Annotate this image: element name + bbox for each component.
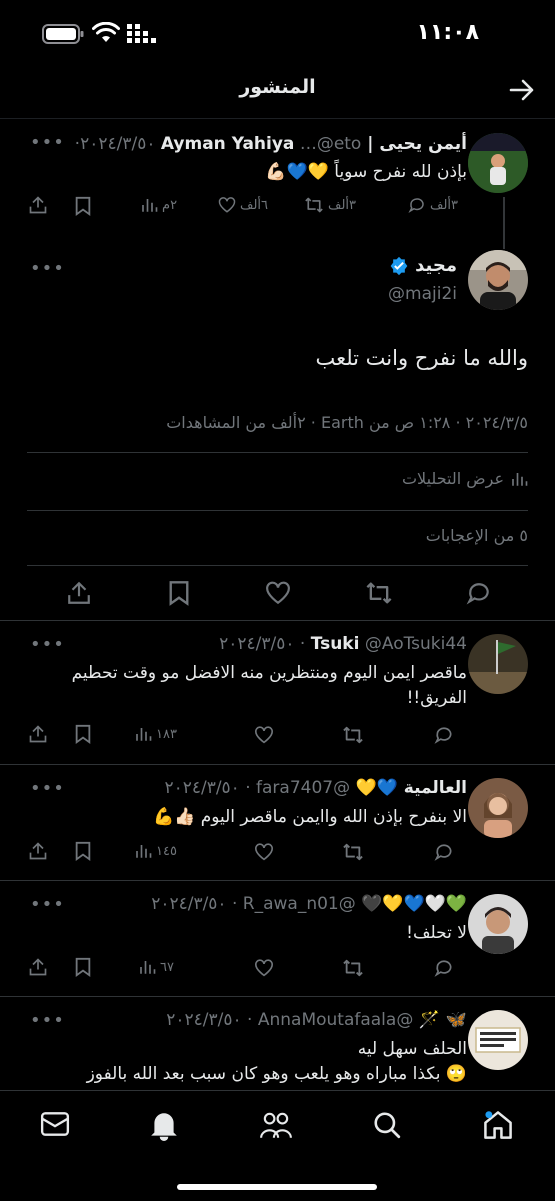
views-button[interactable]: ٢م — [140, 196, 177, 214]
home-icon[interactable] — [482, 1109, 514, 1141]
retweet-icon[interactable] — [365, 580, 393, 606]
more-options-icon[interactable]: ••• — [30, 894, 65, 915]
more-options-icon[interactable]: ••• — [30, 634, 65, 655]
reply-button[interactable]: ٣ألف — [408, 196, 458, 214]
heart-icon[interactable] — [254, 959, 274, 977]
retweet-icon — [304, 196, 324, 214]
reply-icon[interactable] — [466, 580, 492, 606]
heart-icon[interactable] — [265, 581, 291, 605]
search-icon[interactable] — [372, 1110, 402, 1140]
tweet-text: بإذن لله نفرح سوياً 💛💙💪🏻 — [265, 162, 467, 182]
divider — [27, 565, 528, 566]
divider — [27, 510, 528, 511]
avatar[interactable] — [468, 634, 528, 694]
display-name[interactable]: Tsuki — [311, 634, 360, 654]
display-name[interactable]: مجيد — [415, 255, 457, 276]
divider — [0, 880, 555, 881]
thread-line — [503, 197, 505, 249]
retweet-icon[interactable] — [342, 725, 364, 745]
like-button[interactable]: ٦ألف — [218, 196, 268, 214]
bookmark-icon[interactable] — [74, 196, 92, 216]
heart-icon — [218, 196, 236, 214]
status-time: ١١:٠٨ — [416, 20, 479, 45]
heart-icon[interactable] — [254, 843, 274, 861]
views-button[interactable]: ١٨٣ — [134, 725, 177, 743]
avatar[interactable] — [468, 250, 528, 310]
back-arrow-icon[interactable] — [509, 78, 535, 102]
bookmark-icon[interactable] — [74, 957, 92, 977]
divider — [0, 764, 555, 765]
divider — [0, 620, 555, 621]
reply-header: Tsuki @AoTsuki44 · ٢٠٢٤/٣/٥٠ — [219, 634, 467, 654]
reply-icon[interactable] — [434, 725, 454, 745]
handle-date: @AnnaMoutafaala · ٢٠٢٤/٣/٥٠ — [166, 1010, 414, 1030]
tweet-text: لا تحلف! — [406, 923, 467, 943]
bookmark-icon[interactable] — [168, 580, 190, 606]
share-icon[interactable] — [28, 957, 48, 977]
analytics-icon — [134, 725, 152, 743]
page-title: المنشور — [239, 76, 316, 98]
handle-date: @fara7407 · ٢٠٢٤/٣/٥٠ — [164, 778, 351, 798]
communities-icon[interactable] — [259, 1110, 293, 1140]
views-button[interactable]: ٦٧ — [138, 958, 174, 976]
retweet-button[interactable]: ٣ألف — [304, 196, 356, 214]
analytics-icon — [510, 470, 528, 488]
display-name[interactable]: 🦋 🪄 — [419, 1010, 467, 1030]
divider — [27, 452, 528, 453]
tweet-text: والله ما نفرح وانت تلعب — [315, 346, 528, 370]
analytics-icon — [138, 958, 156, 976]
bookmark-icon[interactable] — [74, 724, 92, 744]
avatar[interactable] — [468, 894, 528, 954]
messages-icon[interactable] — [40, 1111, 70, 1137]
reply-header: العالمية 💙💛 @fara7407 · ٢٠٢٤/٣/٥٠ — [164, 778, 467, 798]
bookmark-icon[interactable] — [74, 841, 92, 861]
handle[interactable]: @maji2i — [388, 284, 457, 304]
avatar[interactable] — [468, 133, 528, 193]
handle-date: @R_awa_n01 · ٢٠٢٤/٣/٥٠ — [151, 894, 356, 914]
share-icon[interactable] — [66, 580, 92, 606]
tweet-text: الا بنفرح بإذن الله واايمن ماقصر اليوم 👍… — [152, 807, 467, 827]
more-options-icon[interactable]: ••• — [30, 258, 65, 279]
avatar[interactable] — [468, 1010, 528, 1070]
tweet-meta: ٢٠٢٤/٣/٥ · ١:٢٨ ص من Earth · ٢ألف من الم… — [166, 413, 528, 432]
retweet-icon[interactable] — [342, 842, 364, 862]
share-icon[interactable] — [28, 841, 48, 861]
share-icon[interactable] — [28, 195, 48, 215]
avatar[interactable] — [468, 778, 528, 838]
retweet-icon[interactable] — [342, 958, 364, 978]
share-icon[interactable] — [28, 724, 48, 744]
main-tweet-name-row: مجيد — [389, 255, 457, 276]
battery-icon — [42, 24, 84, 44]
display-name[interactable]: العالمية 💙💛 — [356, 778, 467, 798]
display-name[interactable]: 💚🤍💙💛🖤 — [361, 894, 467, 914]
reply-icon[interactable] — [434, 842, 454, 862]
tweet-text: ماقصر ايمن اليوم ومنتظرين منه الافضل مو … — [71, 663, 467, 708]
reply-icon — [408, 196, 426, 214]
views-button[interactable]: ١٤٥ — [134, 842, 177, 860]
verified-badge-icon — [389, 256, 409, 276]
notifications-icon[interactable] — [150, 1109, 178, 1141]
tweet-text: الحلف سهل ليه 🙄 بكذا مباراه وهو يلعب وهو… — [86, 1039, 467, 1084]
reply-header: 💚🤍💙💛🖤 @R_awa_n01 · ٢٠٢٤/٣/٥٠ — [151, 894, 467, 914]
reply-header: 🦋 🪄 @AnnaMoutafaala · ٢٠٢٤/٣/٥٠ — [166, 1010, 467, 1030]
view-analytics-link[interactable]: عرض التحليلات — [402, 469, 528, 488]
likes-count-link[interactable]: ٥ من الإعجابات — [426, 526, 528, 545]
analytics-icon — [140, 196, 158, 214]
more-options-icon[interactable]: ••• — [30, 1010, 65, 1031]
cellular-signal-icon — [126, 22, 158, 44]
analytics-icon — [134, 842, 152, 860]
wifi-icon — [92, 22, 120, 44]
parent-tweet-header: أيمن يحيى | Ayman Yahiya …@eto ٢٠٢٤/٣/٥٠… — [75, 134, 467, 154]
heart-icon[interactable] — [254, 726, 274, 744]
more-options-icon[interactable]: ••• — [30, 132, 65, 153]
reply-icon[interactable] — [434, 958, 454, 978]
home-indicator — [177, 1184, 377, 1190]
divider — [0, 996, 555, 997]
more-options-icon[interactable]: ••• — [30, 778, 65, 799]
post-header: المنشور — [0, 64, 555, 119]
status-bar: ١١:٠٨ — [0, 0, 555, 64]
